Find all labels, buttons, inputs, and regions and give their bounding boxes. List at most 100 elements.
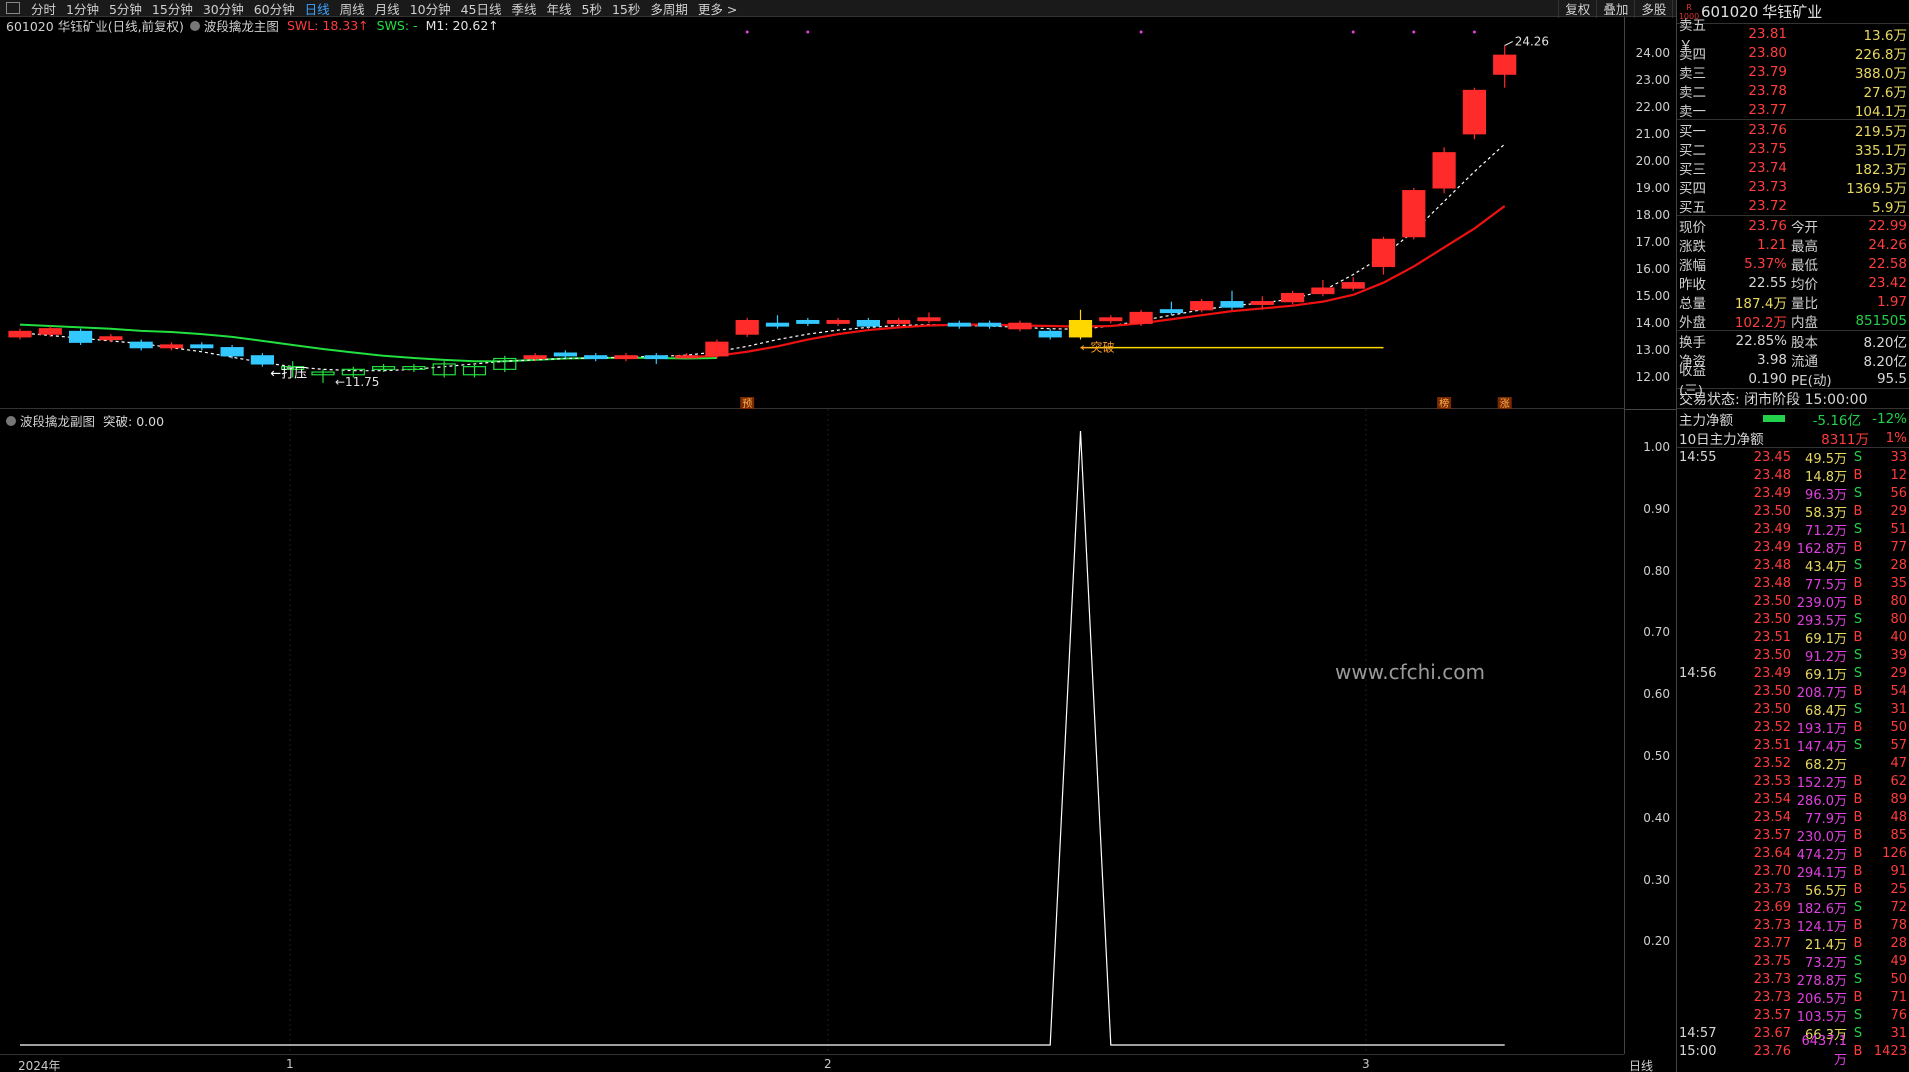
candle-body[interactable] [523, 355, 547, 360]
period-tab-11[interactable]: 季线 [507, 0, 542, 18]
period-tab-3[interactable]: 15分钟 [147, 0, 198, 18]
candle-body[interactable] [129, 341, 153, 349]
candle-body[interactable] [250, 355, 274, 365]
sub-tick: 0.40 [1643, 810, 1670, 825]
period-tab-9[interactable]: 10分钟 [405, 0, 456, 18]
candle-body[interactable] [584, 355, 608, 360]
candle-body[interactable] [856, 320, 881, 327]
stat-l2: 量比 [1791, 295, 1818, 312]
toolbar-tool-1[interactable]: 叠加 [1596, 0, 1634, 18]
candle-body[interactable] [765, 322, 790, 327]
period-tab-15[interactable]: 多周期 [645, 0, 693, 18]
bid-row[interactable]: 买一 23.76 219.5万 [1677, 120, 1909, 140]
candle-body[interactable] [705, 341, 729, 357]
panel-toggle-icon[interactable] [6, 2, 20, 14]
trade-n: 72 [1890, 899, 1907, 915]
candle-body[interactable] [220, 347, 244, 357]
ask-price: 23.77 [1748, 101, 1787, 118]
candle-body[interactable] [1402, 190, 1426, 238]
trade-p: 23.50 [1753, 611, 1791, 627]
bid-list: 买一 23.76 219.5万 买二 23.75 335.1万 买三 23.74 182.3万买… [1677, 120, 1909, 216]
candle-body[interactable] [1341, 282, 1365, 289]
bid-row[interactable]: 买二 23.75 335.1万 [1677, 139, 1909, 159]
candle-body[interactable] [1159, 309, 1184, 314]
sub-chart-panel[interactable]: www.cfchi.com [0, 409, 1624, 1054]
candle-body[interactable] [1220, 301, 1244, 308]
sub-tick: 0.50 [1643, 749, 1670, 763]
candle-body[interactable] [1432, 152, 1456, 189]
period-tab-6[interactable]: 日线 [300, 0, 335, 18]
candle-body[interactable] [553, 352, 578, 357]
ask-row[interactable]: 卖四 23.80 226.8万 [1677, 43, 1909, 63]
tick-trade-list[interactable]: 14:55 23.45 49.5万 S 33 23.48 14.8万 B 12 23.49 96.3… [1677, 448, 1909, 1069]
candle-body[interactable] [1129, 311, 1153, 324]
candle-body[interactable] [190, 344, 214, 349]
bid-row[interactable]: 买三 23.74 182.3万 [1677, 158, 1909, 178]
period-tab-13[interactable]: 5秒 [577, 0, 607, 18]
period-tab-1[interactable]: 1分钟 [61, 0, 104, 18]
candle-body[interactable] [947, 322, 971, 327]
period-tab-16[interactable]: 更多 > [693, 0, 742, 18]
candle-body[interactable] [1371, 238, 1396, 268]
toolbar-tool-0[interactable]: 复权 [1558, 0, 1596, 18]
trade-v: 286.0万 [1796, 793, 1847, 809]
ask-row[interactable]: 卖五 ￥ 23.81 13.6万 [1677, 18, 1909, 54]
candle-body[interactable] [8, 330, 32, 338]
stat-v2: 22.58 [1868, 255, 1907, 272]
event-badge[interactable]: 预 [742, 398, 752, 409]
ask-row[interactable]: 卖三 23.79 388.0万 [1677, 62, 1909, 82]
event-badge[interactable]: 涨 [1500, 398, 1510, 409]
period-tab-4[interactable]: 30分钟 [198, 0, 249, 18]
candle-body[interactable] [99, 336, 123, 341]
period-tab-0[interactable]: 分时 [26, 0, 61, 18]
period-tab-8[interactable]: 月线 [370, 0, 405, 18]
candle-body[interactable] [977, 322, 1002, 327]
candle-body[interactable] [796, 320, 820, 324]
stat-v1: 0.190 [1748, 370, 1787, 387]
candle-body[interactable] [917, 317, 941, 322]
candle-body[interactable] [1190, 301, 1214, 311]
candle-body[interactable] [1038, 330, 1062, 338]
trade-p: 23.64 [1753, 845, 1791, 861]
trade-p: 23.76 [1753, 1043, 1791, 1059]
candle-body[interactable] [159, 344, 184, 349]
candle-body[interactable] [1250, 301, 1274, 305]
trade-n: 50 [1890, 971, 1907, 987]
bid-row[interactable]: 买五 23.72 5.9万 [1677, 196, 1909, 216]
ask-row[interactable]: 卖一 23.77 104.1万 [1677, 100, 1909, 120]
candle-body[interactable] [887, 320, 911, 324]
ask-row[interactable]: 卖二 23.78 27.6万 [1677, 81, 1909, 101]
period-tab-10[interactable]: 45日线 [456, 0, 507, 18]
period-tab-7[interactable]: 周线 [335, 0, 370, 18]
period-tab-2[interactable]: 5分钟 [104, 0, 147, 18]
candle-body[interactable] [1462, 89, 1487, 135]
event-badge[interactable]: 榜 [1439, 397, 1449, 409]
trade-bs: B [1853, 881, 1863, 897]
candle-body[interactable] [38, 328, 62, 335]
candle-body[interactable] [1493, 54, 1517, 75]
trade-n: 56 [1890, 485, 1907, 501]
price-tick: 21.00 [1635, 126, 1670, 141]
period-tab-12[interactable]: 年线 [542, 0, 577, 18]
candle-body[interactable] [1008, 322, 1032, 330]
trade-n: 29 [1890, 665, 1907, 681]
candle-body[interactable] [644, 355, 668, 360]
candle-body[interactable] [735, 320, 759, 335]
candle-body[interactable] [1311, 287, 1335, 295]
candle-body[interactable] [614, 355, 638, 360]
stat-v1: 22.85% [1735, 332, 1787, 349]
candle-body[interactable] [68, 330, 93, 343]
candle-body[interactable] [1280, 292, 1305, 303]
bid-row[interactable]: 买四 23.73 1369.5万 [1677, 177, 1909, 197]
candle-body[interactable] [826, 320, 850, 324]
toolbar-tool-2[interactable]: 多股 [1634, 0, 1672, 18]
bid-label: 买五 [1679, 199, 1706, 216]
main-chart-panel[interactable]: 24.26 ←11.75 ←打压 ←突破预 榜 涨 [0, 17, 1624, 409]
candlestick-chart[interactable]: 24.26 ←11.75 ←打压 ←突破预 榜 涨 [0, 17, 1624, 409]
period-tab-5[interactable]: 60分钟 [249, 0, 300, 18]
candle-body[interactable] [674, 355, 699, 359]
candle-body[interactable] [1068, 320, 1093, 338]
breakout-indicator-chart[interactable]: www.cfchi.com [0, 409, 1624, 1054]
candle-body[interactable] [1099, 317, 1123, 322]
period-tab-14[interactable]: 15秒 [607, 0, 645, 18]
